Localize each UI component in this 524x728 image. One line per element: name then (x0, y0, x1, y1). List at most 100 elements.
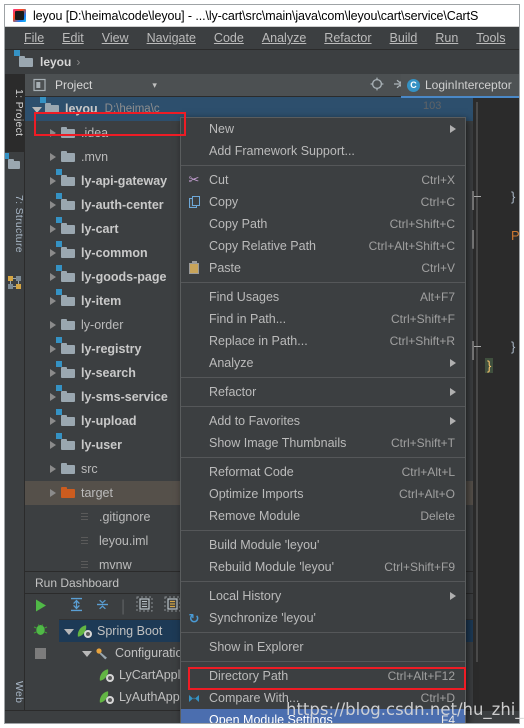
toolbar-divider: | (121, 597, 126, 615)
chevron-right-icon[interactable] (47, 296, 58, 307)
menu-item-local-history[interactable]: Local History (181, 585, 465, 607)
menu-item-label: Find in Path... (209, 312, 287, 326)
chevron-right-icon[interactable] (47, 176, 58, 187)
chevron-right-icon[interactable] (47, 488, 58, 499)
editor-scrollbar[interactable] (476, 102, 478, 662)
tool-tab-web[interactable]: Web (5, 672, 25, 712)
project-selector-chevron-down-icon[interactable]: ▾ (152, 80, 157, 91)
menu-item-refactor[interactable]: Refactor (181, 381, 465, 403)
excluded-folder-icon (61, 486, 76, 500)
menu-item-label: Copy Relative Path (209, 239, 317, 253)
chevron-right-icon[interactable] (47, 392, 58, 403)
run-icon[interactable] (33, 598, 48, 618)
chevron-right-icon[interactable] (47, 320, 58, 331)
menu-item-analyze[interactable]: Analyze (253, 29, 315, 47)
chevron-down-icon[interactable] (31, 104, 42, 115)
stop-icon[interactable] (34, 647, 47, 665)
editor-line-number: 103 (423, 100, 442, 112)
intellij-idea-logo-icon (13, 9, 26, 22)
editor-tab-label: LoginInterceptor (425, 78, 512, 92)
chevron-right-icon[interactable] (47, 128, 58, 139)
menu-item-show-image-thumbnails[interactable]: Show Image Thumbnails Ctrl+Shift+T (181, 432, 465, 454)
tree-label: ly-item (81, 294, 122, 308)
menu-item-add-framework-support[interactable]: Add Framework Support... (181, 140, 465, 162)
menu-item-build[interactable]: Build (381, 29, 427, 47)
menu-item-new[interactable]: New (181, 118, 465, 140)
menu-item-copy-path[interactable]: Copy Path Ctrl+Shift+C (181, 213, 465, 235)
chevron-right-icon[interactable] (47, 272, 58, 283)
menu-item-build-module[interactable]: Build Module 'leyou' (181, 534, 465, 556)
chevron-right-icon[interactable] (47, 344, 58, 355)
project-view-icon (33, 78, 47, 92)
wrench-icon (95, 647, 110, 660)
menu-item-label: Add to Favorites (209, 414, 301, 428)
menu-item-refactor[interactable]: Refactor (315, 29, 380, 47)
tree-label: ly-registry (81, 342, 142, 356)
menu-item-rebuild-module[interactable]: Rebuild Module 'leyou' Ctrl+Shift+F9 (181, 556, 465, 578)
menu-item-find-in-path[interactable]: Find in Path... Ctrl+Shift+F (181, 308, 465, 330)
code-fold-marker-icon[interactable] (472, 191, 483, 210)
menu-item-synchronize[interactable]: ↻ Synchronize 'leyou' (181, 607, 465, 629)
code-fold-marker-icon[interactable] (472, 341, 483, 360)
menu-label-navigate: Navigate (146, 31, 196, 45)
chevron-right-icon[interactable] (47, 224, 58, 235)
show-configurations-icon[interactable] (136, 596, 153, 617)
menu-item-optimize-imports[interactable]: Optimize Imports Ctrl+Alt+O (181, 483, 465, 505)
editor-tab-logininterceptor[interactable]: C LoginInterceptor (401, 74, 519, 98)
chevron-right-icon[interactable] (47, 200, 58, 211)
chevron-right-icon[interactable] (47, 368, 58, 379)
chevron-right-icon[interactable] (47, 248, 58, 259)
scroll-from-source-icon[interactable] (370, 77, 384, 91)
menu-item-remove-module[interactable]: Remove Module Delete (181, 505, 465, 527)
menu-item-show-in-explorer[interactable]: Show in Explorer (181, 636, 465, 658)
expand-all-icon[interactable] (69, 597, 84, 617)
menu-item-code[interactable]: Code (205, 29, 253, 47)
editor-glyph-matched: } (485, 358, 494, 373)
menu-item-navigate[interactable]: Navigate (138, 29, 205, 47)
chevron-right-icon[interactable] (47, 152, 58, 163)
menu-item-file[interactable]: File (15, 29, 53, 47)
menu-item-copy-relative-path[interactable]: Copy Relative Path Ctrl+Alt+Shift+C (181, 235, 465, 257)
paste-icon (185, 261, 203, 274)
title-bar: leyou [D:\heima\code\leyou] - ...\ly-car… (5, 5, 519, 27)
tree-label: ly-sms-service (81, 390, 168, 404)
idea-window: leyou [D:\heima\code\leyou] - ...\ly-car… (4, 4, 520, 724)
collapse-all-icon[interactable] (95, 597, 110, 617)
menu-item-label: Local History (209, 589, 282, 603)
menu-item-cut[interactable]: ✂ Cut Ctrl+X (181, 169, 465, 191)
menu-item-add-to-favorites[interactable]: Add to Favorites (181, 410, 465, 432)
chevron-right-icon[interactable] (47, 416, 58, 427)
menu-item-run[interactable]: Run (426, 29, 467, 47)
chevron-down-icon[interactable] (81, 648, 92, 659)
chevron-right-icon[interactable] (47, 464, 58, 475)
menu-item-paste[interactable]: Paste Ctrl+V (181, 257, 465, 279)
menu-separator (181, 282, 465, 283)
debug-icon[interactable] (33, 622, 48, 642)
menu-item-view[interactable]: View (93, 29, 138, 47)
menu-item-label: Find Usages (209, 290, 280, 304)
run-dashboard-side-toolbar (25, 594, 59, 711)
module-folder-icon (56, 217, 76, 236)
menu-item-copy[interactable]: Copy Ctrl+C (181, 191, 465, 213)
menu-item-label: Directory Path (209, 669, 289, 683)
menu-item-directory-path[interactable]: Directory Path Ctrl+Alt+F12 (181, 665, 465, 687)
menu-item-tools[interactable]: Tools (467, 29, 514, 47)
menu-item-analyze[interactable]: Analyze (181, 352, 465, 374)
menu-item-reformat-code[interactable]: Reformat Code Ctrl+Alt+L (181, 461, 465, 483)
menu-item-vcs[interactable]: VCS (514, 29, 519, 47)
menu-item-find-usages[interactable]: Find Usages Alt+F7 (181, 286, 465, 308)
menu-item-label: Reformat Code (209, 465, 294, 479)
screenshot-root: leyou [D:\heima\code\leyou] - ...\ly-car… (0, 0, 524, 728)
show-output-icon[interactable] (164, 596, 181, 617)
menu-item-edit[interactable]: Edit (53, 29, 93, 47)
project-context-menu[interactable]: New Add Framework Support... ✂ Cut Ctrl+… (180, 117, 466, 723)
breadcrumb-leyou[interactable]: leyou (40, 55, 71, 69)
tool-tab-structure[interactable]: 7: Structure (5, 178, 25, 270)
editor-area: C LoginInterceptor 103 } P } } (401, 74, 519, 710)
chevron-down-icon[interactable] (63, 626, 74, 637)
chevron-right-icon[interactable] (47, 440, 58, 451)
code-fold-marker-icon[interactable] (472, 230, 483, 249)
tool-tab-project[interactable]: 1: Project (5, 74, 25, 152)
menu-item-replace-in-path[interactable]: Replace in Path... Ctrl+Shift+R (181, 330, 465, 352)
